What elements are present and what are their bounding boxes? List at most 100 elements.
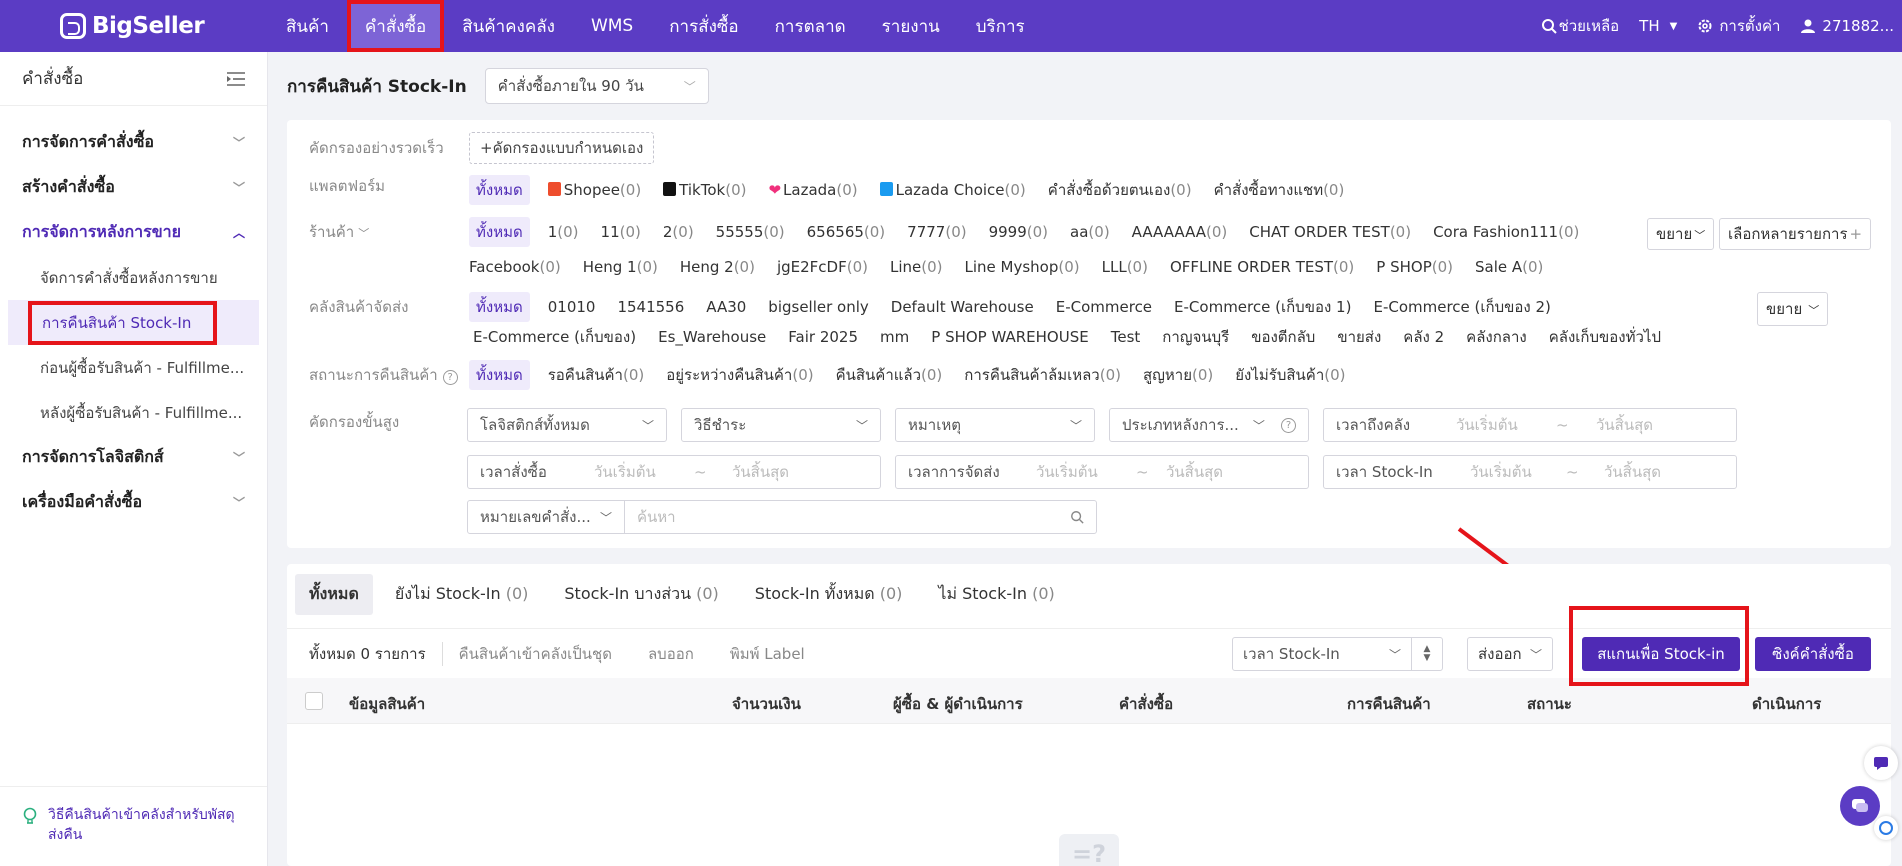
warehouse-expand-button[interactable]: ขยาย ﹀ bbox=[1757, 292, 1829, 326]
store-chip[interactable]: 7777(0) bbox=[907, 223, 966, 241]
store-chip[interactable]: Heng 1(0) bbox=[583, 258, 658, 276]
store-chip[interactable]: 55555(0) bbox=[716, 223, 785, 241]
store-chip[interactable]: jgE2FcDF(0) bbox=[777, 258, 868, 276]
warehouse-chip[interactable]: 01010 bbox=[548, 298, 596, 316]
warehouse-chip[interactable]: 1541556 bbox=[617, 298, 684, 316]
nav-wms[interactable]: WMS bbox=[573, 0, 651, 52]
status-chip-all[interactable]: ทั้งหมด bbox=[469, 360, 530, 390]
sidebar-item-after-receipt[interactable]: หลังผู้ซื้อรับสินค้า - Fulfillme... bbox=[0, 390, 267, 435]
select-all-checkbox[interactable] bbox=[305, 692, 323, 710]
search-icon[interactable] bbox=[1070, 510, 1084, 524]
store-chip-all[interactable]: ทั้งหมด bbox=[469, 217, 530, 247]
bigseller-logo[interactable]: BigSeller bbox=[60, 13, 210, 39]
end-date-input[interactable]: วันสิ้นสุด bbox=[1604, 460, 1661, 484]
order-time-range[interactable]: เวลาสั่งซื้อ วันเริ่มต้น ~ วันสิ้นสุด bbox=[467, 455, 881, 489]
sidebar-group-create-order[interactable]: สร้างคำสั่งซื้อ ﹀ bbox=[0, 165, 267, 210]
platform-chip-lazada[interactable]: ❤ Lazada(0) bbox=[768, 181, 857, 199]
payment-dropdown[interactable]: วิธีชำระ ﹀ bbox=[681, 408, 881, 442]
help-tip-link[interactable]: วิธีคืนสินค้าเข้าคลังสำหรับพัสดุส่งคืน bbox=[0, 786, 267, 866]
tab-all[interactable]: ทั้งหมด bbox=[295, 574, 373, 615]
ship-time-range[interactable]: เวลาการจัดส่ง วันเริ่มต้น ~ วันสิ้นสุด bbox=[895, 455, 1309, 489]
bundle-return-button[interactable]: คืนสินค้าเข้าคลังเป็นชุด bbox=[459, 642, 612, 666]
sidebar-item-after-sales-orders[interactable]: จัดการคำสั่งซื้อหลังการขาย bbox=[0, 255, 267, 300]
collapse-menu-icon[interactable] bbox=[227, 71, 245, 86]
nav-marketing[interactable]: การตลาด bbox=[757, 0, 864, 52]
sidebar-group-order-tools[interactable]: เครื่องมือคำสั่งซื้อ ﹀ bbox=[0, 480, 267, 525]
status-chip[interactable]: สูญหาย(0) bbox=[1143, 363, 1213, 387]
tab-partial-stock-in[interactable]: Stock-In บางส่วน (0) bbox=[550, 574, 732, 615]
sync-orders-button[interactable]: ซิงค์คำสั่งซื้อ bbox=[1755, 637, 1871, 671]
warehouse-chip[interactable]: bigseller only bbox=[768, 298, 868, 316]
search-input[interactable]: ค้นหา bbox=[624, 500, 1097, 534]
warehouse-chip[interactable]: Default Warehouse bbox=[891, 298, 1034, 316]
store-chip[interactable]: 656565(0) bbox=[807, 223, 886, 241]
nav-services[interactable]: บริการ bbox=[958, 0, 1043, 52]
start-date-input[interactable]: วันเริ่มต้น bbox=[1470, 460, 1566, 484]
sidebar-group-order-management[interactable]: การจัดการคำสั่งซื้อ ﹀ bbox=[0, 120, 267, 165]
warehouse-chip[interactable]: Fair 2025 bbox=[788, 328, 858, 346]
store-chip[interactable]: LLL(0) bbox=[1102, 258, 1148, 276]
platform-chip-all[interactable]: ทั้งหมด bbox=[469, 175, 530, 205]
warehouse-chip[interactable]: AA30 bbox=[706, 298, 746, 316]
arrival-time-range[interactable]: เวลาถึงคลัง วันเริ่มต้น ~ วันสิ้นสุด bbox=[1323, 408, 1737, 442]
store-chip[interactable]: P SHOP(0) bbox=[1376, 258, 1453, 276]
reason-dropdown[interactable]: หมาเหตุ ﹀ bbox=[895, 408, 1095, 442]
help-circle-icon[interactable]: ? bbox=[442, 370, 458, 385]
warehouse-chip[interactable]: คลังเก็บของทั่วไป bbox=[1549, 325, 1661, 349]
store-chip[interactable]: 1(0) bbox=[548, 223, 579, 241]
language-select[interactable]: TH ▼ bbox=[1639, 17, 1677, 35]
status-chip[interactable]: รอคืนสินค้า(0) bbox=[548, 363, 644, 387]
warehouse-chip[interactable]: Es_Warehouse bbox=[658, 328, 766, 346]
store-chip[interactable]: Line Myshop(0) bbox=[964, 258, 1079, 276]
help-link[interactable]: ช่วยเหลือ bbox=[1541, 14, 1619, 38]
nav-inventory[interactable]: สินค้าคงคลัง bbox=[444, 0, 573, 52]
store-chip[interactable]: Sale A(0) bbox=[1475, 258, 1543, 276]
status-chip[interactable]: คืนสินค้าแล้ว(0) bbox=[836, 363, 943, 387]
store-chip[interactable]: Facebook(0) bbox=[469, 258, 561, 276]
warehouse-chip[interactable]: E-Commerce bbox=[1056, 298, 1152, 316]
nav-purchase[interactable]: การสั่งซื้อ bbox=[651, 0, 756, 52]
logistics-dropdown[interactable]: โลจิสติกส์ทั้งหมด ﹀ bbox=[467, 408, 667, 442]
chat-float-button[interactable] bbox=[1840, 786, 1880, 826]
warehouse-chip[interactable]: P SHOP WAREHOUSE bbox=[931, 328, 1088, 346]
end-date-input[interactable]: วันสิ้นสุด bbox=[732, 460, 789, 484]
sort-order-toggle[interactable]: ▲ ▼ bbox=[1411, 637, 1443, 671]
start-date-input[interactable]: วันเริ่มต้น bbox=[594, 460, 694, 484]
stockin-time-range[interactable]: เวลา Stock-In วันเริ่มต้น ~ วันสิ้นสุด bbox=[1323, 455, 1737, 489]
sidebar-group-after-sales[interactable]: การจัดการหลังการขาย ︿ bbox=[0, 210, 267, 255]
after-sale-type-dropdown[interactable]: ประเภทหลังการ... ﹀? bbox=[1109, 408, 1309, 442]
start-date-input[interactable]: วันเริ่มต้น bbox=[1036, 460, 1136, 484]
nav-products[interactable]: สินค้า bbox=[268, 0, 347, 52]
warehouse-chip[interactable]: E-Commerce (เก็บของ 2) bbox=[1373, 295, 1550, 319]
export-dropdown[interactable]: ส่งออก ﹀ bbox=[1467, 637, 1553, 671]
store-chip[interactable]: 9999(0) bbox=[989, 223, 1048, 241]
warehouse-chip[interactable]: E-Commerce (เก็บของ 1) bbox=[1174, 295, 1351, 319]
store-chip[interactable]: aa(0) bbox=[1070, 223, 1110, 241]
status-chip[interactable]: อยู่ระหว่างคืนสินค้า(0) bbox=[666, 363, 813, 387]
multi-select-button[interactable]: เลือกหลายรายการ + bbox=[1719, 218, 1872, 250]
period-select[interactable]: คำสั่งซื้อภายใน 90 วัน ﹀ bbox=[484, 68, 709, 104]
store-chip[interactable]: AAAAAAA(0) bbox=[1132, 223, 1228, 241]
store-chip[interactable]: CHAT ORDER TEST(0) bbox=[1249, 223, 1411, 241]
platform-chip-chat[interactable]: คำสั่งซื้อทางแชท(0) bbox=[1214, 178, 1345, 202]
warehouse-chip[interactable]: ของตีกลับ bbox=[1251, 325, 1315, 349]
search-type-dropdown[interactable]: หมายเลขคำสั่ง... ﹀ bbox=[467, 500, 625, 534]
store-chip[interactable]: OFFLINE ORDER TEST(0) bbox=[1170, 258, 1354, 276]
tab-no-stock-in[interactable]: ไม่ Stock-In (0) bbox=[924, 574, 1068, 615]
nav-orders[interactable]: คำสั่งซื้อ bbox=[346, 0, 445, 52]
end-date-input[interactable]: วันสิ้นสุด bbox=[1166, 460, 1223, 484]
print-label-button[interactable]: พิมพ์ Label bbox=[730, 642, 805, 666]
warehouse-chip-all[interactable]: ทั้งหมด bbox=[469, 292, 530, 322]
sort-field-select[interactable]: เวลา Stock-In ﹀ bbox=[1232, 637, 1412, 671]
store-expand-button[interactable]: ขยาย ﹀ bbox=[1647, 218, 1715, 250]
tab-not-stocked-in[interactable]: ยังไม่ Stock-In (0) bbox=[381, 574, 543, 615]
warehouse-chip[interactable]: E-Commerce (เก็บของ) bbox=[473, 325, 636, 349]
custom-filter-button[interactable]: +คัดกรองแบบกำหนดเอง bbox=[469, 132, 655, 164]
warehouse-chip[interactable]: Test bbox=[1111, 328, 1141, 346]
sidebar-group-logistics[interactable]: การจัดการโลจิสติกส์ ﹀ bbox=[0, 435, 267, 480]
store-chip[interactable]: Heng 2(0) bbox=[680, 258, 755, 276]
platform-chip-tiktok[interactable]: TikTok(0) bbox=[663, 181, 746, 199]
delete-button[interactable]: ลบออก bbox=[648, 642, 694, 666]
store-label[interactable]: ร้านค้า ﹀ bbox=[309, 220, 469, 244]
status-chip[interactable]: ยังไม่รับสินค้า(0) bbox=[1235, 363, 1345, 387]
